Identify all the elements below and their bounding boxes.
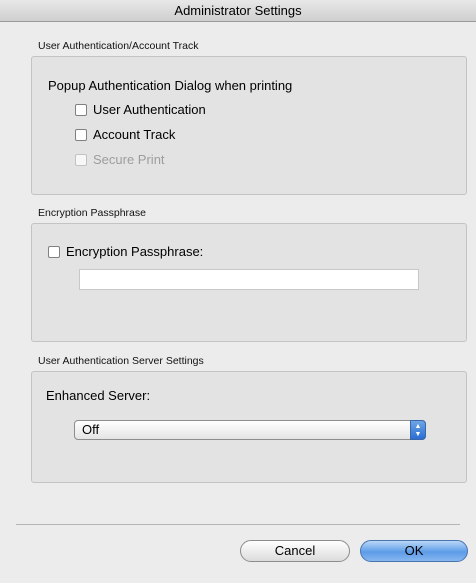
user-auth-section-label: User Authentication/Account Track [38,40,199,52]
encryption-section-label: Encryption Passphrase [38,207,146,219]
encryption-group: Encryption Passphrase: [31,223,467,342]
secure-print-checkbox-row: Secure Print [75,152,165,167]
enhanced-server-select[interactable]: Off ▲ ▼ [74,420,426,440]
cancel-button[interactable]: Cancel [240,540,350,562]
account-track-checkbox[interactable] [75,128,87,141]
server-section-label: User Authentication Server Settings [38,355,204,367]
footer-divider [16,524,460,525]
enhanced-server-value: Off [82,422,100,437]
server-group: Enhanced Server: Off ▲ ▼ [31,371,467,483]
window-title-bar: Administrator Settings [0,0,476,22]
secure-print-label: Secure Print [93,152,165,167]
encryption-passphrase-field[interactable] [79,269,419,290]
user-authentication-checkbox-row[interactable]: User Authentication [75,102,206,117]
secure-print-checkbox [75,153,87,166]
window-title: Administrator Settings [174,3,302,18]
encryption-checkbox-row[interactable]: Encryption Passphrase: [48,244,203,259]
popup-auth-heading: Popup Authentication Dialog when printin… [48,78,293,93]
encryption-passphrase-label: Encryption Passphrase: [66,244,204,259]
user-authentication-checkbox[interactable] [75,103,87,116]
ok-button[interactable]: OK [360,540,468,562]
account-track-label: Account Track [93,127,176,142]
user-authentication-label: User Authentication [93,102,206,117]
user-auth-group: Popup Authentication Dialog when printin… [31,56,467,195]
enhanced-server-heading: Enhanced Server: [46,388,151,403]
up-down-chevron-icon: ▲ ▼ [410,420,426,440]
encryption-passphrase-checkbox[interactable] [48,245,60,258]
account-track-checkbox-row[interactable]: Account Track [75,127,175,142]
